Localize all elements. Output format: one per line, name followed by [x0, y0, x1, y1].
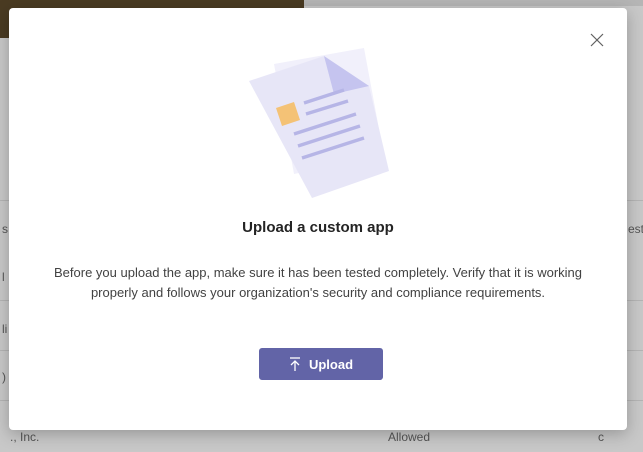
- document-illustration: [234, 46, 404, 211]
- upload-button-label: Upload: [308, 356, 354, 372]
- background-text: ., Inc.: [10, 430, 40, 444]
- upload-custom-app-dialog: Upload a custom app Before you upload th…: [9, 8, 627, 430]
- background-text: Allowed: [388, 430, 431, 444]
- background-text: l: [2, 270, 5, 284]
- background-text: s: [2, 222, 8, 236]
- background-text: est: [628, 222, 643, 236]
- upload-button[interactable]: Upload: [259, 348, 383, 380]
- close-button[interactable]: [587, 30, 607, 50]
- background-text: li: [2, 322, 8, 336]
- background-topbar-right: [304, 0, 643, 6]
- dialog-title: Upload a custom app: [242, 219, 394, 236]
- upload-arrow-icon: [289, 356, 301, 372]
- close-icon: [590, 33, 604, 47]
- background-text: ): [2, 370, 6, 384]
- background-text: c: [598, 430, 604, 444]
- dialog-description: Before you upload the app, make sure it …: [54, 265, 582, 300]
